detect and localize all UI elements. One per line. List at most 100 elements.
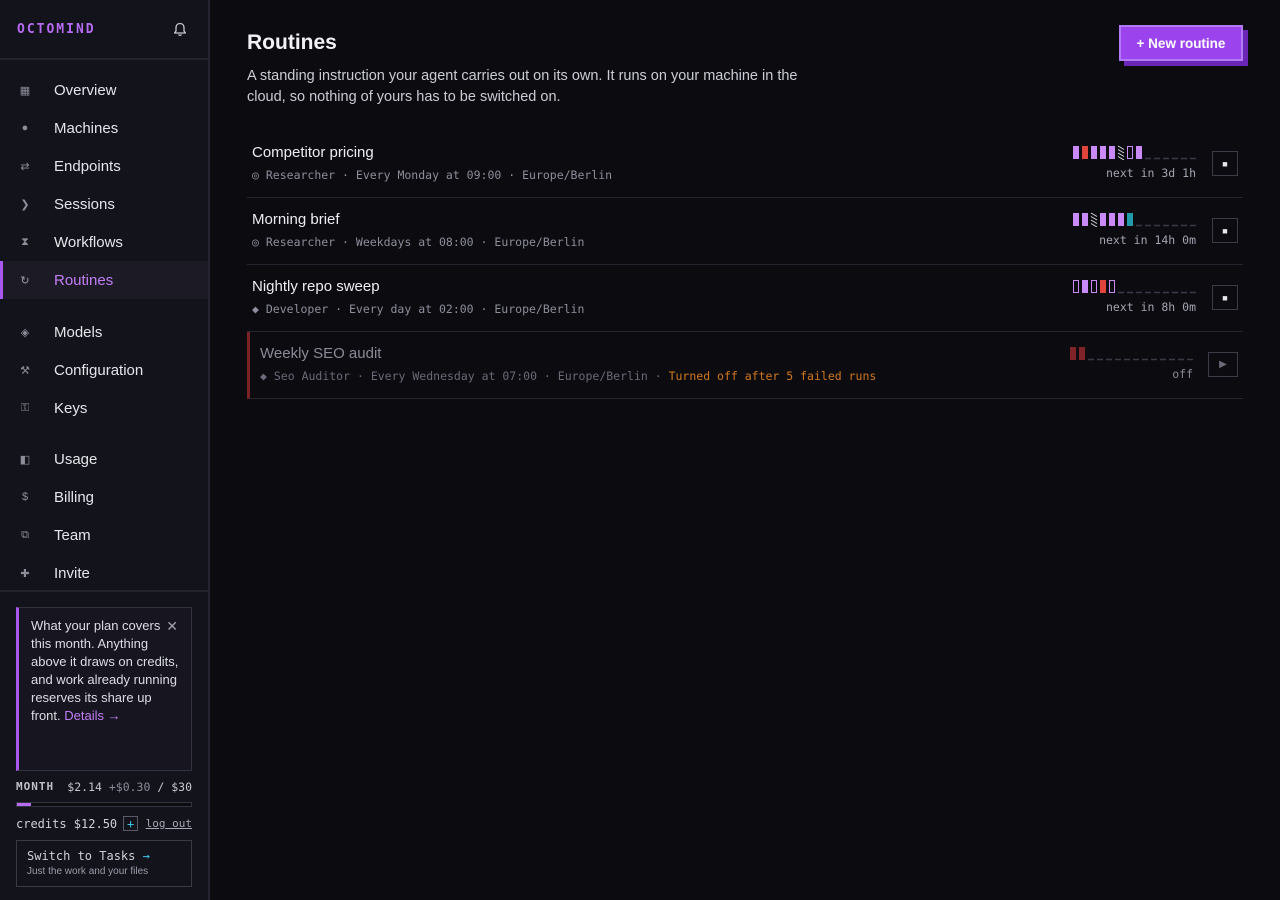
run-empty bbox=[1127, 146, 1133, 159]
switch-title: Switch to Tasks → bbox=[27, 849, 150, 863]
sidebar-item-label: Usage bbox=[54, 450, 98, 468]
routine-schedule: Every Monday at 09:00 bbox=[355, 168, 502, 182]
routine-row[interactable]: Competitor pricing ◎ Researcher · Every M… bbox=[247, 131, 1243, 198]
sidebar-item-keys[interactable]: ⚿ Keys bbox=[0, 389, 208, 427]
credits-row: credits $12.50 + log out bbox=[16, 816, 192, 831]
sidebar-item-label: Machines bbox=[54, 119, 119, 137]
switch-to-tasks-button[interactable]: Switch to Tasks → Just the work and your… bbox=[16, 840, 192, 887]
run-faildim bbox=[1079, 347, 1085, 360]
run-ok bbox=[1073, 213, 1079, 226]
sidebar-item-label: Workflows bbox=[54, 233, 123, 251]
sidebar-item-team[interactable]: ⧉ Team bbox=[0, 516, 208, 554]
run-ok bbox=[1118, 213, 1124, 226]
run-fail bbox=[1082, 146, 1088, 159]
run-partial-hatch bbox=[1117, 152, 1125, 157]
sidebar-item-configuration[interactable]: ⚒ Configuration bbox=[0, 351, 208, 389]
stop-routine-button[interactable]: ■ bbox=[1212, 285, 1238, 310]
dollar-icon: $ bbox=[21, 491, 29, 503]
bell-icon[interactable] bbox=[172, 21, 188, 37]
start-routine-button[interactable]: ▶ bbox=[1208, 352, 1238, 377]
sidebar-item-label: Keys bbox=[54, 399, 88, 417]
agent-icon: ◎ bbox=[252, 235, 259, 249]
sidebar-item-billing[interactable]: $ Billing bbox=[0, 478, 208, 516]
logo[interactable]: OCTOMIND bbox=[17, 22, 96, 37]
sidebar-item-invite[interactable]: ✚ Invite bbox=[0, 554, 208, 592]
run-empty bbox=[1073, 280, 1079, 293]
month-usage: MONTH $2.14 +$0.30 / $30 bbox=[16, 780, 192, 794]
routine-agent: Researcher bbox=[265, 168, 336, 182]
routine-timezone: Europe/Berlin bbox=[557, 369, 648, 383]
routine-row[interactable]: Nightly repo sweep ◆ Developer · Every da… bbox=[247, 265, 1243, 332]
run-history bbox=[1073, 145, 1196, 160]
run-history bbox=[1070, 347, 1193, 361]
plus-icon: ✚ bbox=[20, 567, 30, 580]
sidebar-item-usage[interactable]: ◧ Usage bbox=[0, 440, 208, 478]
page-description: A standing instruction your agent carrie… bbox=[247, 68, 798, 105]
add-credits-button[interactable]: + bbox=[123, 816, 139, 831]
sidebar-item-models[interactable]: ◈ Models bbox=[0, 313, 208, 351]
routine-next-run: next in 3d 1h bbox=[1105, 166, 1196, 180]
plan-details-link[interactable]: Details → bbox=[64, 708, 120, 723]
routine-row[interactable]: Morning brief ◎ Researcher · Weekdays at … bbox=[247, 198, 1243, 265]
run-empty bbox=[1109, 280, 1115, 293]
routine-meta: ◎ Researcher · Every Monday at 09:00 · E… bbox=[252, 168, 613, 182]
run-faildim bbox=[1070, 347, 1076, 360]
routine-name[interactable]: Weekly SEO audit bbox=[260, 345, 381, 362]
routine-schedule: Weekdays at 08:00 bbox=[355, 235, 474, 249]
key-icon: ⚿ bbox=[20, 401, 30, 414]
run-partial-hatch bbox=[1117, 156, 1125, 160]
sidebar-item-label: Overview bbox=[54, 81, 117, 99]
run-history bbox=[1073, 280, 1196, 294]
sidebar-footer: ✕ What your plan covers this month. Anyt… bbox=[0, 590, 208, 900]
sidebar-item-sessions[interactable]: ❯ Sessions bbox=[0, 185, 208, 223]
routine-schedule: Every Wednesday at 07:00 bbox=[370, 369, 537, 383]
tools-icon: ⚒ bbox=[20, 364, 30, 377]
month-label: MONTH bbox=[16, 780, 55, 793]
page-title: Routines bbox=[247, 31, 337, 54]
sidebar-item-endpoints[interactable]: ⇄ Endpoints bbox=[0, 147, 208, 185]
sidebar-item-workflows[interactable]: ⧗ Workflows bbox=[0, 223, 208, 261]
circle-icon: ● bbox=[21, 122, 29, 134]
stop-icon: ■ bbox=[1222, 292, 1228, 303]
run-ok bbox=[1109, 146, 1115, 159]
month-progress-bar bbox=[16, 802, 192, 807]
run-partial-hatch bbox=[1117, 145, 1125, 150]
routine-timezone: Europe/Berlin bbox=[494, 235, 585, 249]
routine-warning: Turned off after 5 failed runs bbox=[668, 369, 877, 383]
stop-routine-button[interactable]: ■ bbox=[1212, 151, 1238, 176]
new-routine-button[interactable]: + New routine bbox=[1119, 25, 1243, 61]
routine-name[interactable]: Nightly repo sweep bbox=[252, 278, 380, 295]
arrows-icon: ⇄ bbox=[20, 160, 30, 173]
run-teal bbox=[1127, 213, 1133, 226]
routine-timezone: Europe/Berlin bbox=[494, 302, 585, 316]
routine-next-run: next in 14h 0m bbox=[1099, 233, 1196, 247]
run-partial-hatch bbox=[1117, 149, 1125, 154]
stop-routine-button[interactable]: ■ bbox=[1212, 218, 1238, 243]
routine-schedule: Every day at 02:00 bbox=[348, 302, 474, 316]
sidebar-item-machines[interactable]: ● Machines bbox=[0, 109, 208, 147]
logout-link[interactable]: log out bbox=[146, 817, 192, 830]
run-empty bbox=[1091, 280, 1097, 293]
plan-info-box: ✕ What your plan covers this month. Anyt… bbox=[16, 607, 192, 771]
routine-row[interactable]: Weekly SEO audit ◆ Seo Auditor · Every We… bbox=[247, 332, 1243, 399]
month-used: $2.14 bbox=[67, 780, 102, 794]
run-partial-hatch bbox=[1090, 223, 1098, 227]
routine-name[interactable]: Morning brief bbox=[252, 211, 340, 228]
sidebar-item-label: Models bbox=[54, 323, 103, 341]
routine-list: Competitor pricing ◎ Researcher · Every M… bbox=[247, 131, 1243, 399]
sidebar-item-label: Team bbox=[54, 526, 91, 544]
sidebar-item-routines[interactable]: ↻ Routines bbox=[0, 261, 208, 299]
routine-name[interactable]: Competitor pricing bbox=[252, 144, 374, 161]
sidebar-item-label: Invite bbox=[54, 564, 90, 582]
sidebar-item-label: Configuration bbox=[54, 361, 144, 379]
nav-group: ◈ Models ⚒ Configuration ⚿ Keys bbox=[0, 313, 208, 427]
month-progress-fill bbox=[17, 803, 31, 806]
half-square-icon: ◧ bbox=[19, 453, 31, 466]
routine-next-run: off bbox=[1172, 367, 1193, 381]
sidebar-item-overview[interactable]: ▦ Overview bbox=[0, 71, 208, 109]
brand-row: OCTOMIND bbox=[0, 0, 208, 60]
agent-icon: ◎ bbox=[252, 168, 259, 182]
nav-group: ◧ Usage $ Billing ⧉ Team ✚ Invite bbox=[0, 440, 208, 592]
refresh-icon: ↻ bbox=[20, 274, 30, 287]
close-icon[interactable]: ✕ bbox=[166, 617, 178, 635]
